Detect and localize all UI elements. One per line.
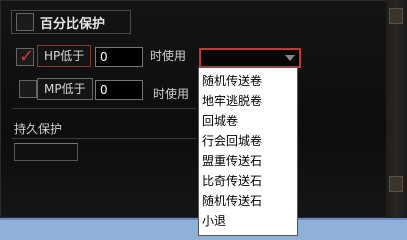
dropdown-option[interactable]: 随机传送卷 [202, 71, 262, 91]
hp-threshold-input[interactable]: 0 [95, 47, 143, 67]
dropdown-option[interactable]: 小退 [202, 211, 226, 231]
scroll-thumb[interactable] [389, 176, 403, 192]
dropdown-option[interactable]: 回城卷 [202, 111, 238, 131]
percent-protect-title: 百分比保护 [40, 17, 106, 32]
scroll-up-arrow[interactable] [389, 8, 403, 24]
persist-protect-title: 持久保护 [14, 122, 63, 136]
hp-checkbox[interactable]: ✓ [16, 46, 35, 67]
divider [12, 108, 196, 109]
mp-use-text: 时使用 [153, 87, 190, 101]
checkmark-icon: ✓ [19, 46, 35, 67]
hp-item-select[interactable] [199, 48, 301, 68]
dropdown-option[interactable]: 地牢逃脱卷 [202, 91, 262, 111]
hp-label: HP低于 [37, 45, 92, 67]
dropdown-option[interactable]: 比奇传送石 [202, 171, 262, 191]
dropdown-option[interactable]: 行会回城卷 [202, 131, 262, 151]
mp-threshold-input[interactable]: 0 [95, 80, 143, 100]
percent-protect-checkbox[interactable] [16, 13, 34, 31]
mp-checkbox[interactable] [19, 80, 37, 98]
hp-use-text: 时使用 [150, 49, 187, 63]
mp-label: MP低于 [37, 78, 93, 100]
item-dropdown-list: 随机传送卷 地牢逃脱卷 回城卷 行会回城卷 盟重传送石 比奇传送石 随机传送石 … [198, 67, 298, 236]
dropdown-option[interactable]: 盟重传送石 [202, 151, 262, 171]
chevron-down-icon[interactable] [285, 55, 295, 61]
persist-protect-control[interactable] [14, 143, 78, 161]
dropdown-option[interactable]: 随机传送石 [202, 191, 262, 211]
scrollbar-rail[interactable] [386, 0, 407, 240]
divider [12, 138, 196, 139]
